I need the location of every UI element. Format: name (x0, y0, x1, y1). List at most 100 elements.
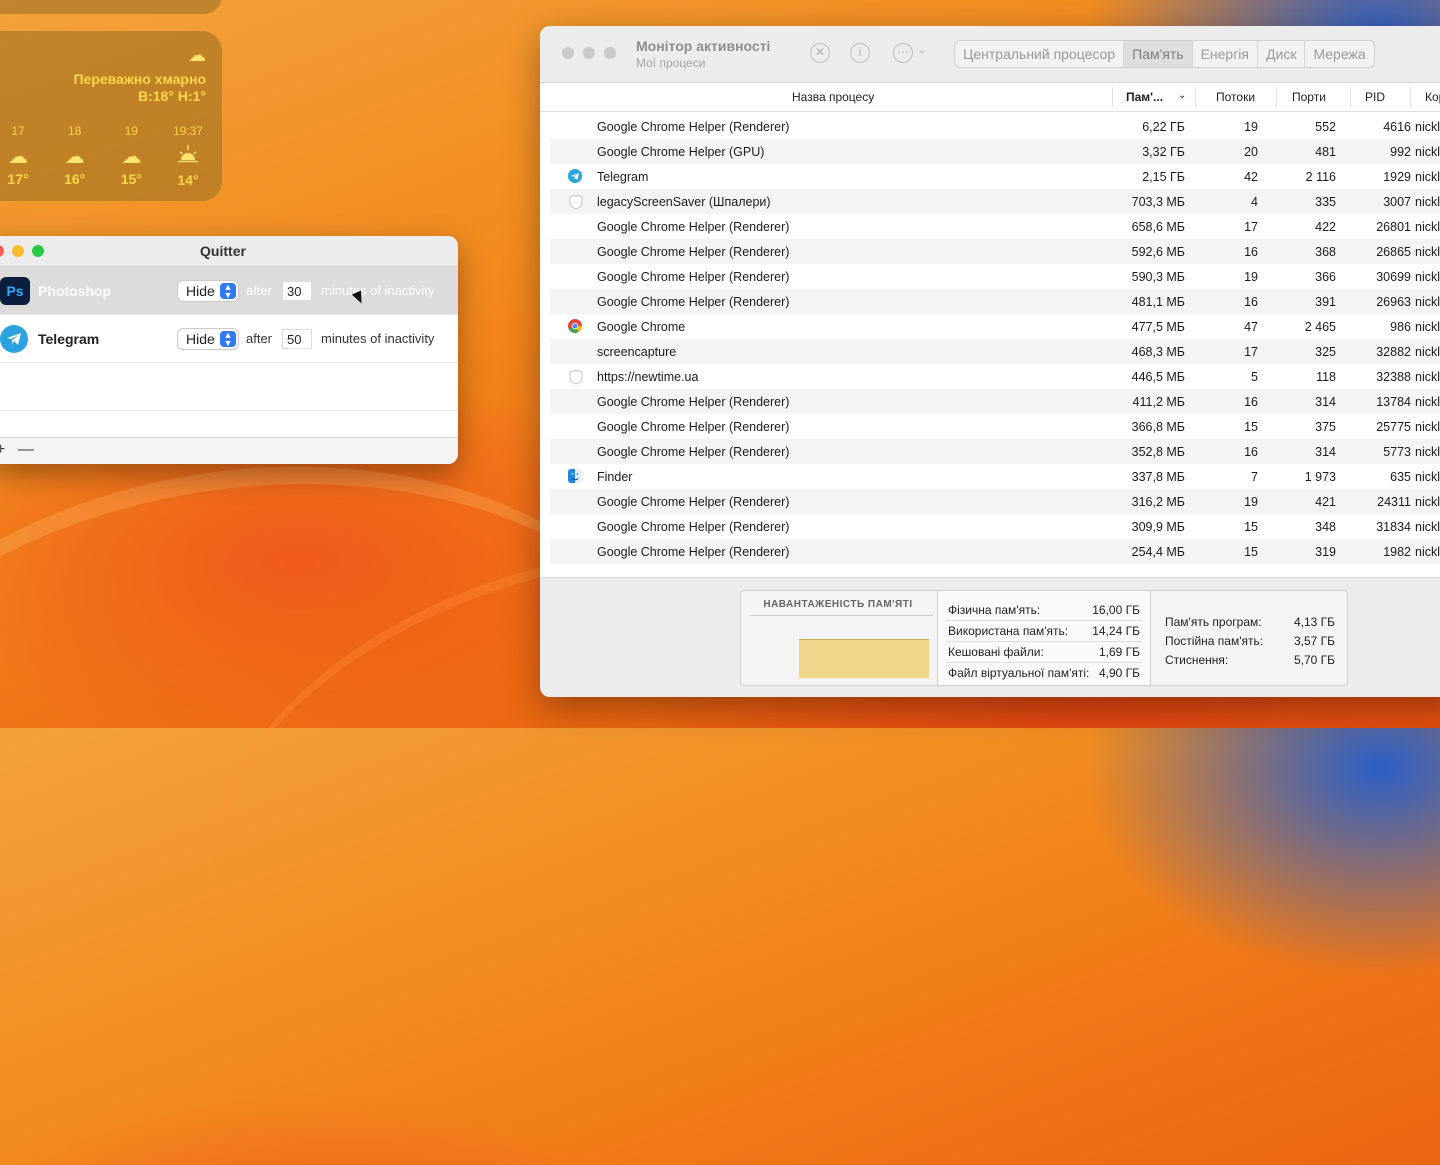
table-row[interactable]: Google Chrome Helper (Renderer) 411,2 МБ 1… (550, 389, 1440, 414)
photoshop-icon: Ps (0, 276, 30, 305)
column-ports[interactable]: Порти (1292, 90, 1326, 104)
process-name: Google Chrome Helper (Renderer) (597, 245, 790, 259)
finder-icon (568, 469, 582, 483)
memory-pressure-title: НАВАНТАЖЕНІСТЬ ПАМ'ЯТІ (763, 599, 913, 610)
tab-disk[interactable]: Диск (1258, 41, 1306, 67)
table-row[interactable]: legacyScreenSaver (Шпалери) 703,3 МБ 4 335 3… (550, 189, 1440, 214)
telegram-icon (0, 324, 28, 353)
tab-energy[interactable]: Енергія (1193, 41, 1259, 67)
forecast-temp: 14° (177, 172, 199, 188)
process-name: Google Chrome Helper (Renderer) (597, 270, 790, 284)
action-value: Hide (186, 282, 215, 299)
table-row[interactable]: Google Chrome Helper (Renderer) 254,4 МБ 1… (550, 539, 1440, 564)
cloud-icon: ☁ (8, 146, 28, 168)
process-user: nickl (1415, 545, 1440, 559)
minutes-label: minutes of inactivity (321, 331, 435, 346)
process-user: nickl (1415, 220, 1440, 234)
shield-icon (568, 369, 583, 385)
table-row[interactable]: Google Chrome Helper (Renderer) 590,3 МБ 1… (550, 264, 1440, 289)
process-threads: 19 (1244, 270, 1258, 284)
memory-pressure-fill (799, 638, 929, 678)
minimize-button[interactable] (583, 47, 595, 59)
memory-footer: НАВАНТАЖЕНІСТЬ ПАМ'ЯТІ Фізична пам'ять: 1… (540, 577, 1440, 697)
process-pid: 25775 (1376, 420, 1411, 434)
stat-cached-files: Кешовані файли: 1,69 ГБ (948, 645, 1140, 659)
process-memory: 254,4 МБ (1131, 545, 1185, 559)
process-user: nickl (1415, 295, 1440, 309)
window-subtitle[interactable]: Мої процеси (636, 56, 705, 70)
close-button[interactable] (562, 47, 574, 59)
zoom-button[interactable] (604, 47, 616, 59)
action-value: Hide (186, 330, 215, 347)
quitter-titlebar[interactable]: Quitter (0, 236, 458, 267)
table-row[interactable]: Google Chrome 477,5 МБ 47 2 465 986 nickl (550, 314, 1440, 339)
column-name[interactable]: Назва процесу (792, 90, 874, 104)
column-user[interactable]: Кор (1425, 90, 1440, 104)
table-row[interactable]: Google Chrome Helper (Renderer) 6,22 ГБ 19… (550, 114, 1440, 139)
process-ports: 421 (1315, 495, 1336, 509)
process-user: nickl (1415, 520, 1440, 534)
tab-cpu[interactable]: Центральний процесор (955, 41, 1125, 67)
add-button[interactable]: + (0, 441, 5, 459)
memory-summary-panel: НАВАНТАЖЕНІСТЬ ПАМ'ЯТІ Фізична пам'ять: 1… (740, 590, 1348, 686)
minutes-label: minutes of inactivity (321, 283, 435, 298)
tab-memory[interactable]: Пам'ять (1124, 41, 1193, 67)
column-threads[interactable]: Потоки (1216, 90, 1255, 104)
process-pid: 992 (1390, 145, 1411, 159)
process-pid: 26865 (1376, 245, 1411, 259)
action-select[interactable]: Hide ▲ ▼ (178, 328, 238, 349)
process-memory: 337,8 МБ (1131, 470, 1185, 484)
table-row[interactable]: Google Chrome Helper (Renderer) 352,8 МБ 1… (550, 439, 1440, 464)
remove-button[interactable]: — (18, 441, 34, 459)
info-icon[interactable]: i (850, 43, 870, 63)
table-row[interactable]: screencapture 468,3 МБ 17 325 32882 nickl (550, 339, 1440, 364)
stat-physical-memory: Фізична пам'ять: 16,00 ГБ (948, 603, 1140, 617)
process-name: Google Chrome Helper (GPU) (597, 145, 765, 159)
table-row[interactable]: https://newtime.ua 446,5 МБ 5 118 32388 nickl (550, 364, 1440, 389)
table-row[interactable]: Google Chrome Helper (Renderer) 658,6 МБ 1… (550, 214, 1440, 239)
process-ports: 319 (1315, 545, 1336, 559)
process-memory: 481,1 МБ (1131, 295, 1185, 309)
chevron-down-icon[interactable]: ⌄ (1178, 90, 1186, 101)
quitter-row-telegram[interactable]: Telegram Hide ▲ ▼ after 50 minutes of ina… (0, 315, 458, 363)
minutes-field[interactable]: 50 (282, 328, 312, 349)
table-row[interactable]: Google Chrome Helper (GPU) 3,32 ГБ 20 481 99… (550, 139, 1440, 164)
minutes-field[interactable]: 30 (282, 280, 312, 301)
process-name: Google Chrome Helper (Renderer) (597, 295, 790, 309)
toolbar[interactable]: Монітор активності Мої процеси ✕ i ⋯ ⌄ Ц… (540, 26, 1440, 83)
action-select[interactable]: Hide ▲ ▼ (178, 280, 238, 301)
process-user: nickl (1415, 245, 1440, 259)
process-memory: 446,5 МБ (1131, 370, 1185, 384)
table-row[interactable]: Google Chrome Helper (Renderer) 481,1 МБ 1… (550, 289, 1440, 314)
table-row[interactable]: Finder 337,8 МБ 7 1 973 635 nickl (550, 464, 1440, 489)
process-name: Google Chrome (597, 320, 686, 334)
app-name: Telegram (38, 330, 100, 347)
process-user: nickl (1415, 120, 1440, 134)
process-pid: 30699 (1376, 270, 1411, 284)
column-pid[interactable]: PID (1365, 90, 1385, 104)
tab-network[interactable]: Мережа (1305, 41, 1373, 67)
process-threads: 16 (1244, 295, 1258, 309)
more-options-icon[interactable]: ⋯ (893, 43, 913, 63)
table-row[interactable]: Google Chrome Helper (Renderer) 309,9 МБ 1… (550, 514, 1440, 539)
quitter-row-photoshop[interactable]: Ps Photoshop Hide ▲ ▼ after 30 minutes of… (0, 267, 458, 315)
chevron-down-icon[interactable]: ⌄ (918, 45, 926, 56)
process-table: Google Chrome Helper (Renderer) 6,22 ГБ 19… (550, 114, 1440, 564)
column-memory[interactable]: Пам'... (1126, 90, 1163, 104)
process-ports: 375 (1315, 420, 1336, 434)
process-name: Telegram (597, 170, 649, 184)
table-row[interactable]: Google Chrome Helper (Renderer) 366,8 МБ 1… (550, 414, 1440, 439)
table-row[interactable]: Google Chrome Helper (Renderer) 592,6 МБ 1… (550, 239, 1440, 264)
weather-widget[interactable]: ☁ Переважно хмарно В:18° Н:1° 17 ☁ 17° 1… (0, 31, 222, 201)
app-name: Photoshop (38, 282, 112, 299)
chevron-updown-icon: ▲ ▼ (220, 330, 236, 347)
stop-process-icon[interactable]: ✕ (810, 43, 830, 63)
process-ports: 348 (1315, 520, 1336, 534)
hourly-forecast: 17 ☁ 17° 18 ☁ 16° 19 ☁ 15° 19:37 14° (0, 124, 216, 188)
process-name: Finder (597, 470, 633, 484)
process-user: nickl (1415, 470, 1440, 484)
table-row[interactable]: Telegram 2,15 ГБ 42 2 116 1929 nickl (550, 164, 1440, 189)
table-row[interactable]: Google Chrome Helper (Renderer) 316,2 МБ 1… (550, 489, 1440, 514)
process-ports: 366 (1315, 270, 1336, 284)
process-ports: 391 (1315, 295, 1336, 309)
